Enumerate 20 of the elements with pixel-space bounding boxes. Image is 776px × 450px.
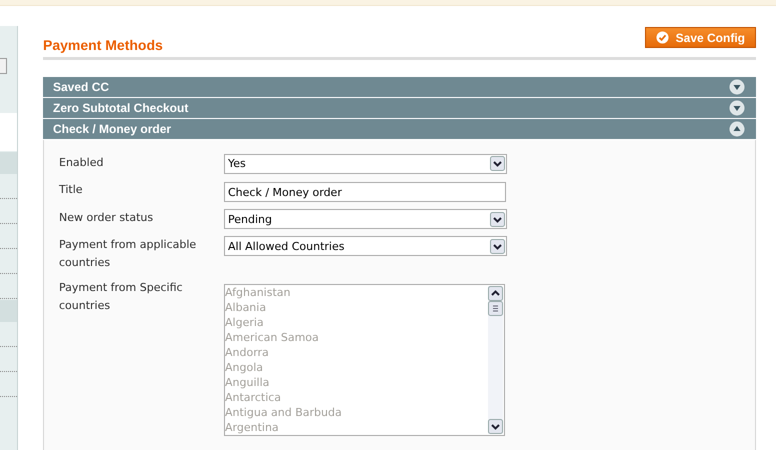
field-label: New order status	[59, 210, 154, 226]
field-label: Title	[59, 182, 84, 198]
select-field[interactable]: All Allowed Countries	[224, 236, 507, 256]
expand-icon[interactable]	[729, 100, 745, 116]
input-field[interactable]: Check / Money order	[224, 182, 506, 202]
select-field[interactable]: Pending	[224, 209, 507, 229]
page-title: Payment Methods	[43, 36, 163, 53]
save-config-button[interactable]: Save Config	[644, 27, 756, 48]
field-label: Enabled	[59, 154, 104, 170]
expand-icon[interactable]	[729, 79, 745, 96]
section-header[interactable]: Check / Money order	[43, 118, 756, 140]
field-label: Payment from Specific countries	[59, 280, 184, 314]
field-label: Payment from applicable countries	[59, 237, 198, 271]
collapse-icon[interactable]	[729, 120, 745, 137]
select-field[interactable]	[0, 58, 7, 74]
check-icon	[656, 31, 669, 44]
section-header[interactable]: Zero Subtotal Checkout	[43, 98, 756, 119]
sidebar-block	[0, 113, 17, 151]
section-header[interactable]: Saved CC	[43, 77, 756, 98]
select-field[interactable]: Yes	[224, 154, 507, 174]
